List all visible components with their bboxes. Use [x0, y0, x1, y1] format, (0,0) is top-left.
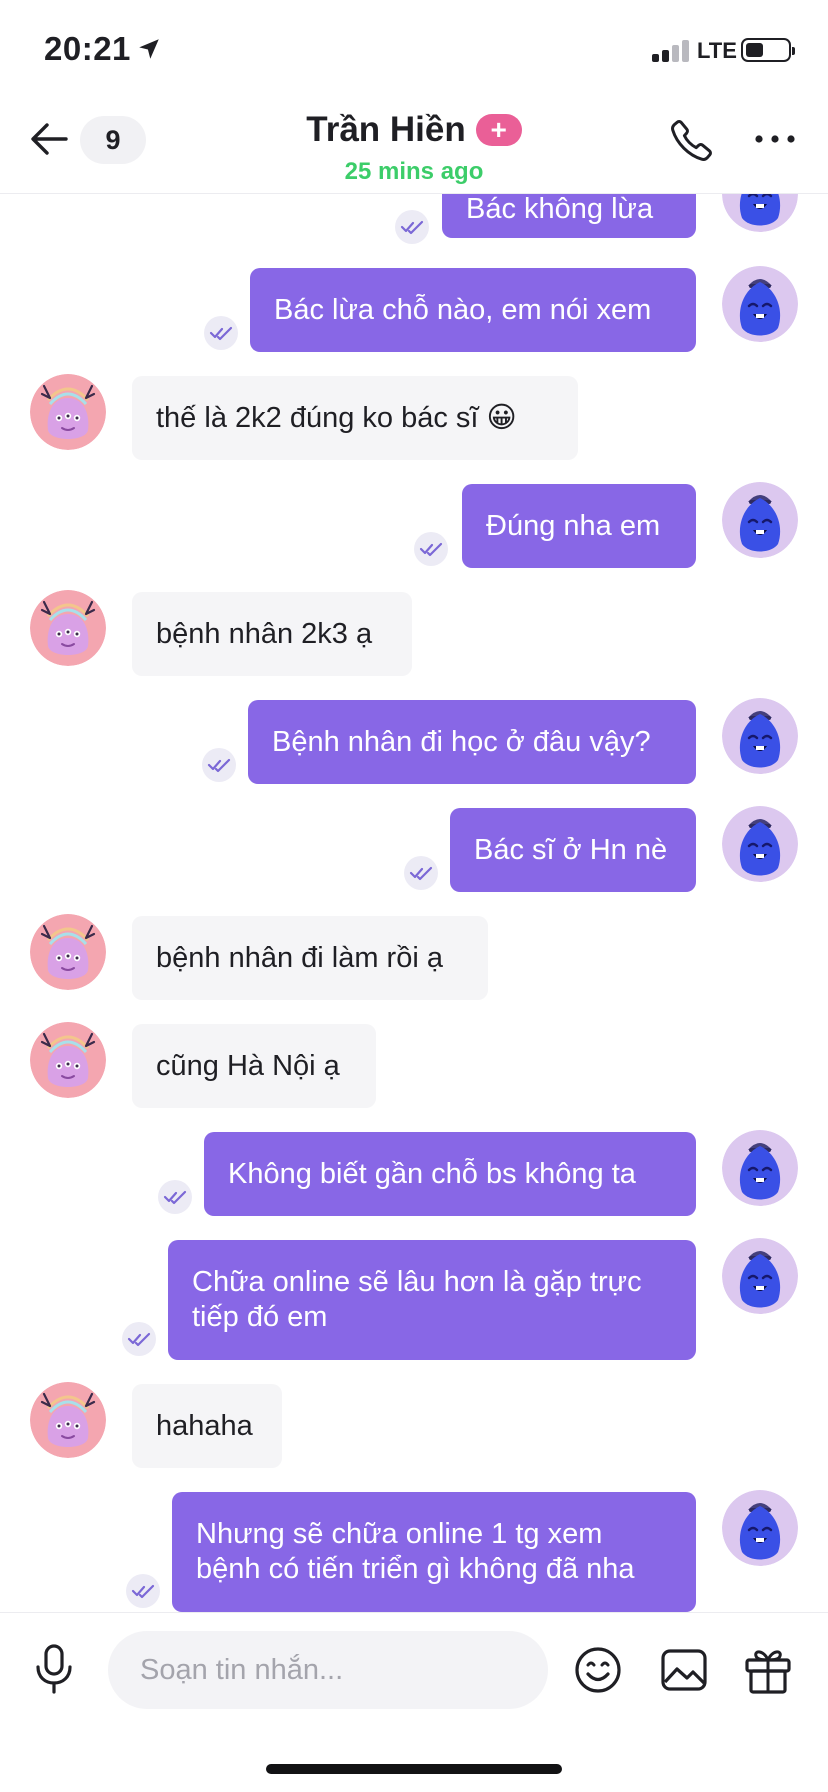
battery-icon [741, 38, 795, 62]
blue-monster-avatar[interactable] [722, 266, 798, 342]
message-input[interactable] [108, 1631, 548, 1709]
message-bubble[interactable]: Bác lừa chỗ nào, em nói xem [250, 268, 696, 352]
smiley-icon[interactable] [573, 1645, 623, 1695]
microphone-icon[interactable] [32, 1643, 76, 1695]
blue-monster-avatar[interactable] [722, 1130, 798, 1206]
home-indicator [266, 1764, 562, 1774]
message-bubble[interactable]: Bệnh nhân đi học ở đâu vậy? [248, 700, 696, 784]
message-bubble[interactable]: Không biết gần chỗ bs không ta [204, 1132, 696, 1216]
message-bubble[interactable]: cũng Hà Nội ạ [132, 1024, 376, 1108]
status-time: 20:21 [44, 30, 131, 67]
location-arrow-icon [139, 39, 159, 59]
message-bubble[interactable]: Nhưng sẽ chữa online 1 tg xem bệnh có ti… [172, 1492, 696, 1612]
double-check-icon [122, 1322, 156, 1356]
message-bubble[interactable]: bệnh nhân đi làm rồi ạ [132, 916, 488, 1000]
more-dots-icon[interactable] [752, 132, 798, 146]
message-bubble[interactable]: bệnh nhân 2k3 ạ [132, 592, 412, 676]
message-bubble[interactable]: hahaha [132, 1384, 282, 1468]
double-check-icon [126, 1574, 160, 1608]
pink-monster-avatar[interactable] [30, 1382, 106, 1458]
status-bar: 20:21 LTE [0, 0, 828, 96]
double-check-icon [414, 532, 448, 566]
phone-icon[interactable] [668, 116, 716, 164]
double-check-icon [204, 316, 238, 350]
double-check-icon [395, 210, 429, 244]
pink-monster-avatar[interactable] [30, 590, 106, 666]
blue-monster-avatar[interactable] [722, 1490, 798, 1566]
message-bubble[interactable]: Đúng nha em [462, 484, 696, 568]
signal-strength-icon [652, 40, 694, 62]
double-check-icon [404, 856, 438, 890]
blue-monster-avatar[interactable] [722, 1238, 798, 1314]
message-composer [0, 1612, 828, 1792]
message-bubble[interactable]: thế là 2k2 đúng ko bác sĩ 😀 [132, 376, 578, 460]
plus-badge: + [475, 113, 522, 146]
message-bubble[interactable]: Bác sĩ ở Hn nè [450, 808, 696, 892]
image-icon[interactable] [660, 1647, 708, 1693]
network-type: LTE [697, 38, 737, 63]
chat-header: 9 Trần Hiền + 25 mins ago [0, 96, 828, 194]
blue-monster-avatar[interactable] [722, 482, 798, 558]
message-bubble[interactable]: Chữa online sẽ lâu hơn là gặp trực tiếp … [168, 1240, 696, 1360]
blue-monster-avatar[interactable] [722, 698, 798, 774]
blue-monster-avatar[interactable] [722, 194, 798, 232]
message-bubble[interactable]: Bác không lừa [442, 194, 696, 238]
pink-monster-avatar[interactable] [30, 914, 106, 990]
gift-icon[interactable] [744, 1645, 792, 1695]
message-list[interactable]: Bác không lừa Bác lừa chỗ nào, em nói xe… [0, 194, 828, 1612]
double-check-icon [158, 1180, 192, 1214]
contact-name-text: Trần Hiền [306, 109, 466, 149]
pink-monster-avatar[interactable] [30, 374, 106, 450]
blue-monster-avatar[interactable] [722, 806, 798, 882]
pink-monster-avatar[interactable] [30, 1022, 106, 1098]
double-check-icon [202, 748, 236, 782]
